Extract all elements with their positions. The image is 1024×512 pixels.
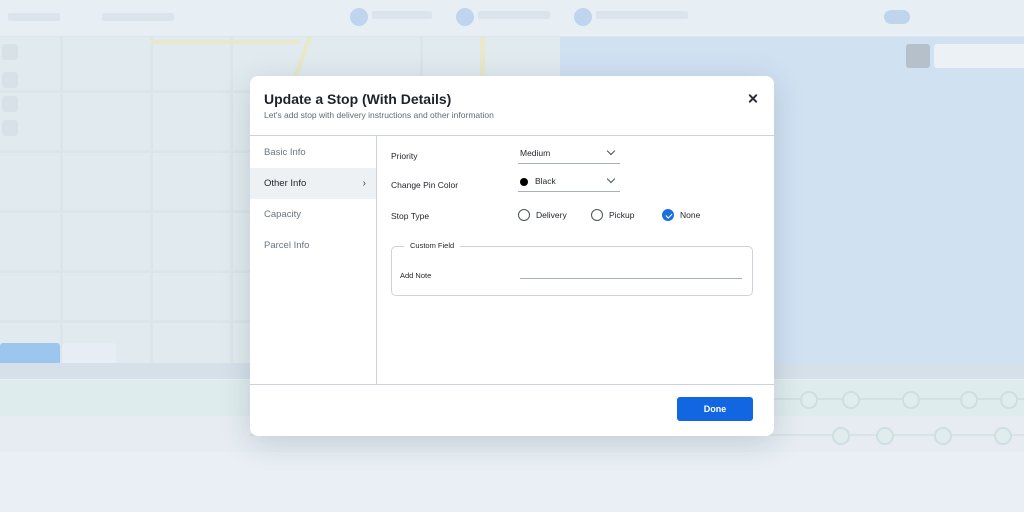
pin-color-label: Change Pin Color	[391, 180, 459, 190]
chevron-down-icon	[606, 146, 616, 156]
stop-type-label: Stop Type	[391, 211, 430, 221]
add-note-label: Add Note	[400, 271, 432, 280]
priority-label: Priority	[391, 151, 418, 161]
header-divider	[250, 135, 774, 136]
color-swatch	[520, 178, 528, 186]
radio-label: Pickup	[609, 210, 635, 220]
nav-item-label: Other Info	[264, 178, 307, 189]
pin-color-select[interactable]: Black	[518, 173, 620, 192]
footer-divider	[250, 384, 774, 385]
stop-type-none-radio[interactable]: None	[662, 209, 708, 223]
custom-field-group: Custom Field Add Note	[391, 241, 753, 296]
custom-field-legend: Custom Field	[404, 241, 461, 250]
radio-label: Delivery	[536, 210, 567, 220]
sidebar-divider	[376, 136, 377, 384]
nav-item-basic-info[interactable]: Basic Info	[250, 137, 376, 168]
nav-item-other-info[interactable]: Other Info ›	[250, 168, 376, 199]
update-stop-modal: Update a Stop (With Details) Let's add s…	[250, 76, 774, 436]
priority-value: Medium	[520, 148, 551, 158]
stop-type-delivery-radio[interactable]: Delivery	[518, 209, 578, 223]
radio-unchecked-icon	[591, 209, 603, 221]
pin-color-value: Black	[535, 176, 556, 186]
close-icon[interactable]	[746, 92, 760, 106]
radio-unchecked-icon	[518, 209, 530, 221]
done-button[interactable]: Done	[677, 397, 753, 421]
chevron-right-icon: ›	[362, 178, 366, 189]
nav-item-parcel-info[interactable]: Parcel Info	[250, 230, 376, 261]
nav-item-capacity[interactable]: Capacity	[250, 199, 376, 230]
radio-label: None	[680, 210, 701, 220]
chevron-down-icon	[606, 174, 616, 184]
radio-checked-icon	[662, 209, 674, 221]
modal-subtitle: Let's add stop with delivery instruction…	[264, 110, 494, 120]
stop-type-pickup-radio[interactable]: Pickup	[591, 209, 643, 223]
modal-title: Update a Stop (With Details)	[264, 91, 452, 107]
priority-select[interactable]: Medium	[518, 145, 620, 164]
add-note-input[interactable]	[520, 265, 742, 279]
